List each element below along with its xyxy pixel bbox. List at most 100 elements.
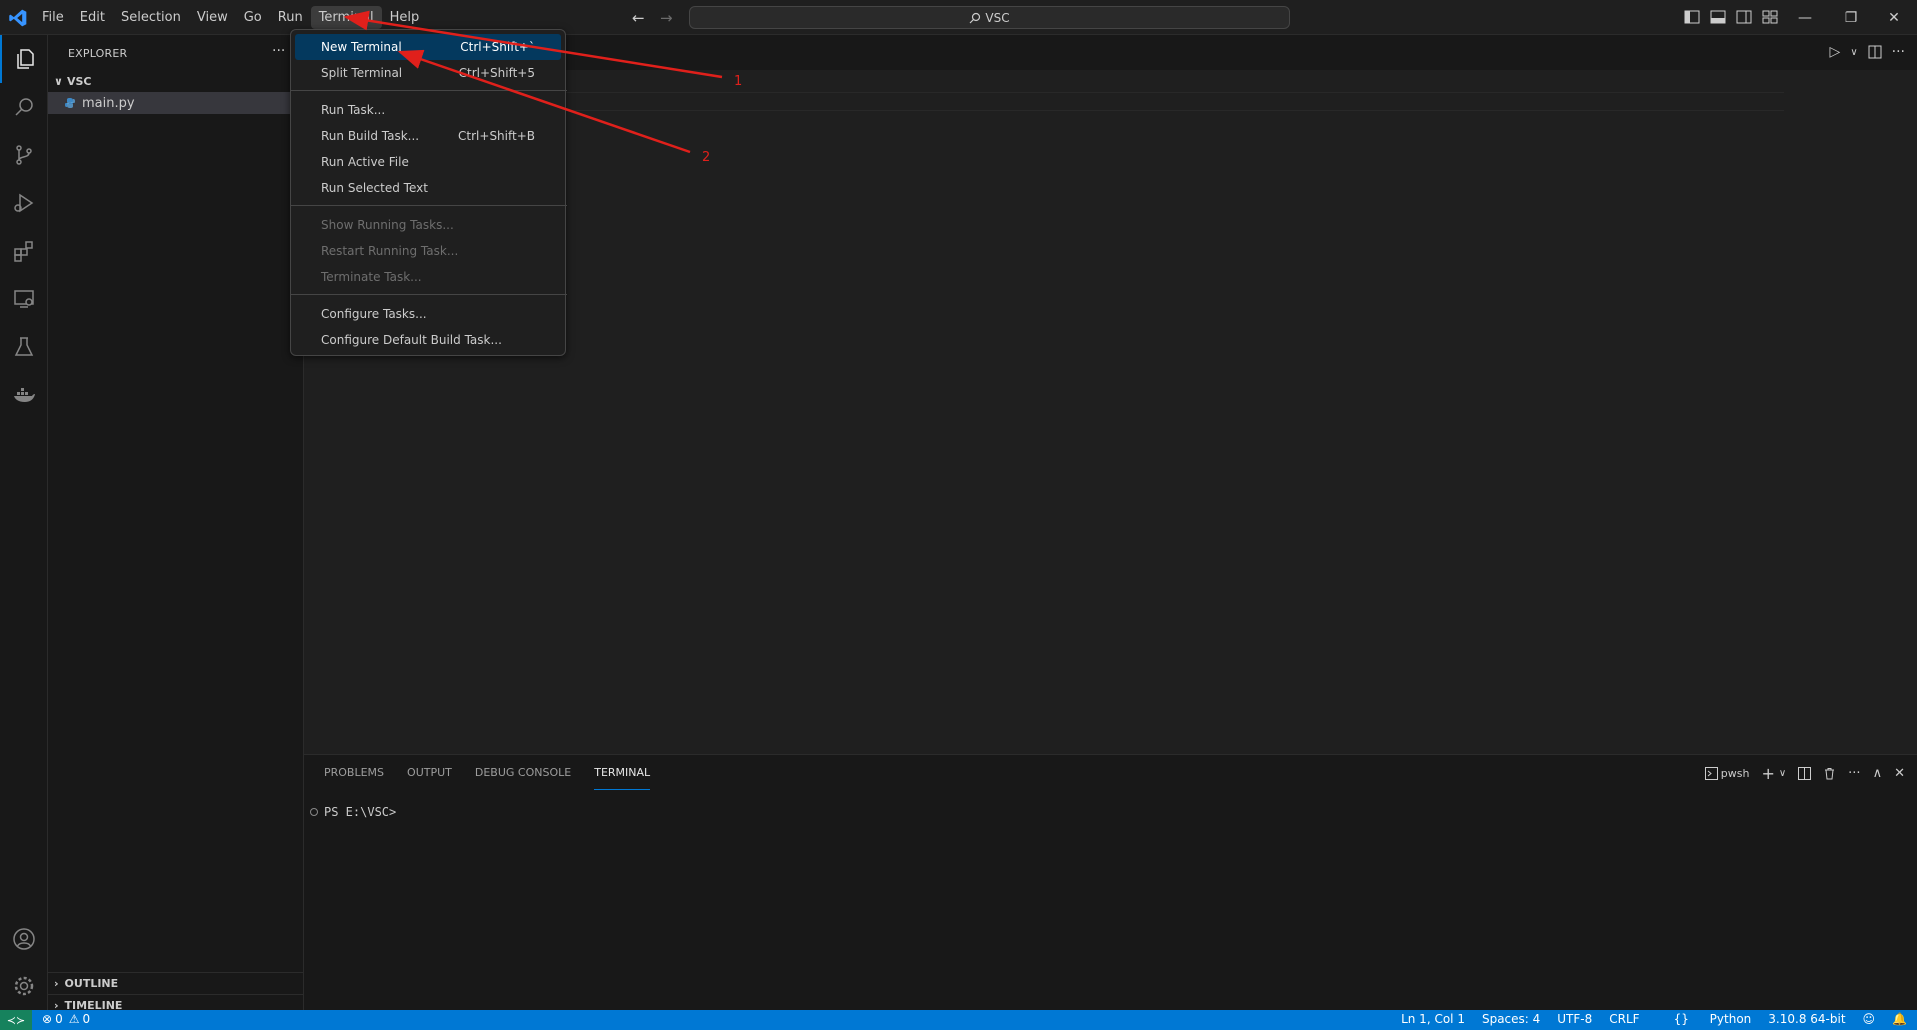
back-arrow-icon[interactable]: ← xyxy=(632,9,645,27)
encoding[interactable]: UTF-8 xyxy=(1557,1012,1592,1026)
close-panel-icon[interactable]: ✕ xyxy=(1894,766,1905,781)
docker-activity[interactable] xyxy=(0,371,48,419)
maximize-panel-icon[interactable]: ∧ xyxy=(1873,766,1883,781)
menu-run[interactable]: Run xyxy=(270,6,311,29)
tab-terminal[interactable]: TERMINAL xyxy=(594,755,651,790)
toggle-secondary-sidebar-icon[interactable] xyxy=(1736,10,1752,24)
menu-file[interactable]: File xyxy=(34,6,72,29)
close-window-button[interactable]: ✕ xyxy=(1871,0,1917,35)
explorer-activity[interactable] xyxy=(0,35,48,83)
split-editor-icon[interactable] xyxy=(1868,45,1882,59)
explorer-sidebar: EXPLORER ··· ∨ VSC main.py › OUTLINE › T… xyxy=(48,35,304,1012)
command-center-search[interactable]: VSC xyxy=(689,6,1290,29)
tab-problems[interactable]: PROBLEMS xyxy=(324,755,384,790)
file-label: main.py xyxy=(82,95,135,111)
remote-icon: ≺≻ xyxy=(6,1013,26,1027)
panel-actions: pwsh + ∨ ··· ∧ ✕ xyxy=(1704,764,1905,783)
python-interpreter[interactable]: 3.10.8 64-bit xyxy=(1768,1012,1845,1026)
docker-icon xyxy=(14,388,35,402)
menu-configure-tasks[interactable]: Configure Tasks... xyxy=(295,301,561,327)
menu-run-build-task[interactable]: Run Build Task... Ctrl+Shift+B xyxy=(295,123,561,149)
more-actions-icon[interactable]: ··· xyxy=(1848,766,1860,781)
split-terminal-icon[interactable] xyxy=(1798,767,1812,780)
feedback-icon[interactable]: ☺ xyxy=(1863,1012,1876,1026)
manage-activity[interactable] xyxy=(0,962,48,1010)
panel-tabs: PROBLEMS OUTPUT DEBUG CONSOLE TERMINAL xyxy=(324,755,673,790)
menu-split-terminal[interactable]: Split Terminal Ctrl+Shift+5 xyxy=(295,60,561,86)
command-decoration-icon xyxy=(310,808,318,816)
more-actions-icon[interactable]: ··· xyxy=(1892,44,1905,60)
language-mode[interactable]: {} Python xyxy=(1657,1012,1752,1026)
source-control-activity[interactable] xyxy=(0,131,48,179)
notifications-bell-icon[interactable]: 🔔 xyxy=(1892,1012,1907,1026)
terminal-icon xyxy=(1704,767,1718,780)
menu-help[interactable]: Help xyxy=(382,6,428,29)
search-activity[interactable] xyxy=(0,83,48,131)
restore-button[interactable]: ❐ xyxy=(1828,0,1874,35)
cursor-position[interactable]: Ln 1, Col 1 xyxy=(1401,1012,1465,1026)
new-terminal-plus-icon[interactable]: + xyxy=(1761,764,1774,783)
run-python-file-icon[interactable]: ▷ xyxy=(1830,44,1841,60)
menu-view[interactable]: View xyxy=(189,6,236,29)
outline-section[interactable]: › OUTLINE xyxy=(48,972,304,994)
terminal-prompt[interactable]: PS E:\VSC> xyxy=(310,805,396,819)
forward-arrow-icon[interactable]: → xyxy=(660,9,673,27)
python-file-icon xyxy=(65,98,75,108)
folder-label: VSC xyxy=(66,74,92,88)
trash-icon[interactable] xyxy=(1823,767,1836,780)
extensions-activity[interactable] xyxy=(0,227,48,275)
terminal-menu-dropdown: New Terminal Ctrl+Shift+` Split Terminal… xyxy=(290,29,567,356)
menu-run-selected-text[interactable]: Run Selected Text xyxy=(295,175,561,201)
chevron-down-icon[interactable]: ∨ xyxy=(1850,47,1857,58)
menu-item-label: Configure Default Build Task... xyxy=(321,333,502,347)
menu-item-label: Run Build Task... xyxy=(321,129,420,143)
toggle-panel-icon[interactable] xyxy=(1710,10,1726,24)
chevron-down-icon[interactable]: ∨ xyxy=(1779,768,1786,779)
toggle-primary-sidebar-icon[interactable] xyxy=(1684,10,1700,24)
warning-count: 0 xyxy=(82,1012,91,1026)
customize-layout-icon[interactable] xyxy=(1762,10,1778,24)
menu-item-shortcut: Ctrl+Shift+B xyxy=(458,129,535,143)
activity-bar xyxy=(0,35,48,1010)
chevron-down-icon: ∨ xyxy=(54,74,63,88)
folder-vsc[interactable]: ∨ VSC xyxy=(48,70,304,92)
menu-run-task[interactable]: Run Task... xyxy=(295,97,561,123)
menu-go[interactable]: Go xyxy=(236,6,270,29)
remote-indicator[interactable]: ≺≻ xyxy=(0,1010,32,1030)
minimize-button[interactable]: — xyxy=(1782,0,1828,35)
prompt-text: PS E:\VSC> xyxy=(324,805,397,819)
indentation[interactable]: Spaces: 4 xyxy=(1482,1012,1540,1026)
search-icon xyxy=(15,98,33,116)
menu-separator xyxy=(291,90,567,91)
menu-show-running-tasks: Show Running Tasks... xyxy=(295,212,561,238)
menu-item-shortcut: Ctrl+Shift+5 xyxy=(458,66,535,80)
tab-output[interactable]: OUTPUT xyxy=(407,755,452,790)
menu-terminal[interactable]: Terminal xyxy=(310,6,382,29)
run-debug-activity[interactable] xyxy=(0,179,48,227)
menu-edit[interactable]: Edit xyxy=(72,6,113,29)
terminal-shell-selector[interactable]: pwsh xyxy=(1704,767,1749,780)
menu-item-label: Show Running Tasks... xyxy=(321,218,454,232)
outline-label: OUTLINE xyxy=(64,977,119,990)
file-main-py[interactable]: main.py xyxy=(48,92,290,114)
more-actions-icon[interactable]: ··· xyxy=(272,43,285,59)
tab-debug-console[interactable]: DEBUG CONSOLE xyxy=(475,755,571,790)
bottom-panel: PROBLEMS OUTPUT DEBUG CONSOLE TERMINAL p… xyxy=(304,754,1917,1010)
status-right: Ln 1, Col 1 Spaces: 4 UTF-8 CRLF {} Pyth… xyxy=(1384,1012,1907,1026)
testing-activity[interactable] xyxy=(0,323,48,371)
menu-item-label: Run Task... xyxy=(321,103,386,117)
menu-configure-default-build-task[interactable]: Configure Default Build Task... xyxy=(295,327,561,353)
remote-explorer-activity[interactable] xyxy=(0,275,48,323)
error-count: 0 xyxy=(55,1012,63,1026)
menu-selection[interactable]: Selection xyxy=(113,6,189,29)
problems-status[interactable]: ⊗ 0 ⚠ 0 xyxy=(42,1012,90,1026)
accounts-activity[interactable] xyxy=(0,915,48,963)
end-of-line[interactable]: CRLF xyxy=(1609,1012,1639,1026)
menu-item-shortcut: Ctrl+Shift+` xyxy=(460,40,535,54)
source-control-icon xyxy=(16,145,32,165)
menu-item-label: Run Active File xyxy=(321,155,409,169)
chevron-right-icon: › xyxy=(54,977,59,990)
command-center-text: VSC xyxy=(985,10,1010,25)
menu-run-active-file[interactable]: Run Active File xyxy=(295,149,561,175)
menu-new-terminal[interactable]: New Terminal Ctrl+Shift+` xyxy=(295,34,561,60)
